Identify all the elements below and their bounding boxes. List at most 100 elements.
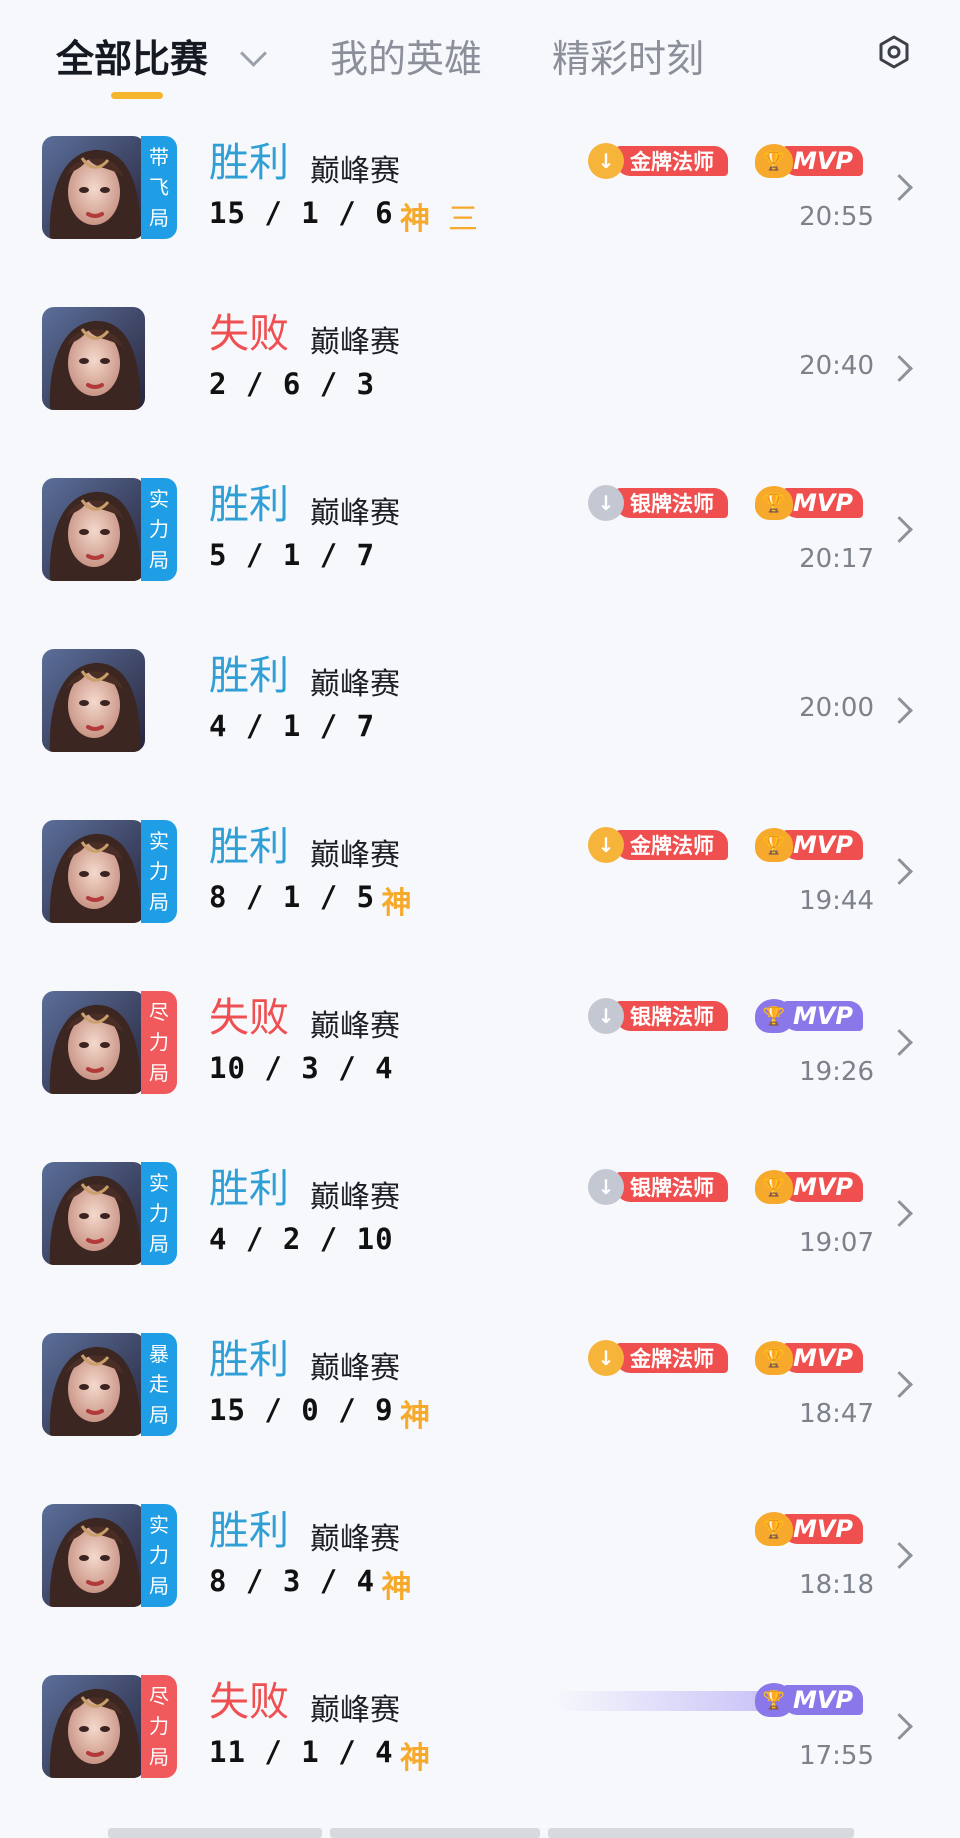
chevron-right-icon[interactable] — [886, 355, 913, 382]
match-result: 胜利 — [209, 653, 289, 699]
mvp-badge: 🏆 MVP — [755, 144, 873, 178]
tab-my-heroes[interactable]: 我的英雄 — [330, 28, 482, 83]
match-row[interactable]: 实 力 局胜利 巅峰赛 8 / 1 / 5神 ↓ 金牌法师 🏆 MVP 19:44 — [0, 794, 960, 965]
medal-down-arrow-icon: ↓ — [588, 1340, 624, 1376]
chevron-right-icon[interactable] — [886, 516, 913, 543]
medal-down-arrow-icon: ↓ — [588, 998, 624, 1034]
match-row[interactable]: 胜利 巅峰赛 4 / 1 / 7 20:00 — [0, 623, 960, 794]
tag-char: 力 — [149, 1714, 169, 1739]
medal-label: 银牌法师 — [616, 488, 728, 518]
match-history-list: 带 飞 局胜利 巅峰赛 15 / 1 / 6神三 ↓ 金牌法师 🏆 MVP 20:5… — [0, 110, 960, 1820]
match-row[interactable]: 实 力 局胜利 巅峰赛 5 / 1 / 7 ↓ 银牌法师 🏆 MVP 20:17 — [0, 452, 960, 623]
tag-char: 局 — [149, 205, 169, 230]
tag-char: 局 — [149, 1744, 169, 1769]
match-result: 胜利 — [209, 140, 289, 186]
match-result: 胜利 — [209, 482, 289, 528]
trophy-icon: 🏆 — [755, 1170, 793, 1204]
performance-tag: 实 力 局 — [141, 1162, 177, 1265]
game-mode: 巅峰赛 — [310, 1351, 400, 1386]
tag-char: 带 — [149, 145, 169, 170]
tag-char: 实 — [149, 1513, 169, 1538]
mvp-label: MVP — [783, 1172, 863, 1202]
chevron-right-icon[interactable] — [886, 174, 913, 201]
godlike-badge: 神 — [400, 202, 430, 237]
tag-char: 尽 — [149, 1000, 169, 1025]
hero-portrait-icon — [42, 1333, 145, 1436]
match-time: 18:47 — [799, 1399, 874, 1429]
match-row[interactable]: 尽 力 局失败 巅峰赛 10 / 3 / 4 ↓ 银牌法师 🏆 MVP 19:26 — [0, 965, 960, 1136]
medal-badge: ↓ 金牌法师 — [588, 1340, 728, 1376]
tag-char: 力 — [149, 1201, 169, 1226]
match-row[interactable]: 尽 力 局失败 巅峰赛 11 / 1 / 4神 🏆 MVP 17:55 — [0, 1649, 960, 1820]
match-result: 胜利 — [209, 1166, 289, 1212]
mvp-badge: 🏆 MVP — [755, 1170, 873, 1204]
tag-char: 局 — [149, 1402, 169, 1427]
match-result: 胜利 — [209, 824, 289, 870]
mvp-label: MVP — [783, 1514, 863, 1544]
match-time: 19:44 — [799, 886, 874, 916]
match-row[interactable]: 带 飞 局胜利 巅峰赛 15 / 1 / 6神三 ↓ 金牌法师 🏆 MVP 20:5… — [0, 110, 960, 281]
scrollbar-segment[interactable] — [330, 1828, 540, 1838]
active-tab-indicator — [111, 92, 163, 99]
performance-tag: 尽 力 局 — [141, 1675, 177, 1778]
medal-badge: ↓ 银牌法师 — [588, 485, 728, 521]
tab-all-matches[interactable]: 全部比赛 — [56, 28, 208, 83]
match-row[interactable]: 暴 走 局胜利 巅峰赛 15 / 0 / 9神 ↓ 金牌法师 🏆 MVP 18:47 — [0, 1307, 960, 1478]
trophy-icon: 🏆 — [755, 144, 793, 178]
godlike-badge: 神 — [400, 1399, 430, 1434]
kda-score: 2 / 6 / 3 — [209, 367, 376, 401]
match-time: 20:00 — [799, 693, 874, 723]
game-mode: 巅峰赛 — [310, 1009, 400, 1044]
chevron-right-icon[interactable] — [886, 1200, 913, 1227]
performance-tag: 实 力 局 — [141, 478, 177, 581]
tag-char: 暴 — [149, 1342, 169, 1367]
hero-portrait-icon — [42, 991, 145, 1094]
match-row[interactable]: 失败 巅峰赛 2 / 6 / 3 20:40 — [0, 281, 960, 452]
mvp-label: MVP — [783, 146, 863, 176]
settings-icon[interactable] — [876, 34, 912, 70]
game-mode: 巅峰赛 — [310, 325, 400, 360]
match-time: 20:55 — [799, 202, 874, 232]
mvp-label: MVP — [783, 1685, 863, 1715]
match-result: 失败 — [209, 995, 289, 1041]
tag-char: 尽 — [149, 1684, 169, 1709]
game-mode: 巅峰赛 — [310, 154, 400, 189]
tag-char: 力 — [149, 517, 169, 542]
tag-char: 走 — [149, 1372, 169, 1397]
medal-label: 金牌法师 — [616, 146, 728, 176]
chevron-right-icon[interactable] — [886, 1542, 913, 1569]
match-row[interactable]: 实 力 局胜利 巅峰赛 4 / 2 / 10 ↓ 银牌法师 🏆 MVP 19:07 — [0, 1136, 960, 1307]
scrollbar-segment[interactable] — [108, 1828, 322, 1838]
mvp-badge: 🏆 MVP — [755, 1683, 873, 1717]
chevron-down-icon[interactable] — [240, 40, 267, 67]
chevron-right-icon[interactable] — [886, 1029, 913, 1056]
game-mode: 巅峰赛 — [310, 1180, 400, 1215]
mvp-badge: 🏆 MVP — [755, 999, 873, 1033]
medal-label: 金牌法师 — [616, 1343, 728, 1373]
tag-char: 局 — [149, 1573, 169, 1598]
match-row[interactable]: 实 力 局胜利 巅峰赛 8 / 3 / 4神 🏆 MVP 18:18 — [0, 1478, 960, 1649]
performance-tag: 实 力 局 — [141, 820, 177, 923]
tab-highlights[interactable]: 精彩时刻 — [552, 28, 704, 83]
chevron-right-icon[interactable] — [886, 1371, 913, 1398]
match-time: 20:17 — [799, 544, 874, 574]
chevron-right-icon[interactable] — [886, 1713, 913, 1740]
hero-portrait-icon — [42, 649, 145, 752]
mvp-label: MVP — [783, 1001, 863, 1031]
tag-char: 力 — [149, 1543, 169, 1568]
mvp-label: MVP — [783, 488, 863, 518]
trophy-icon: 🏆 — [755, 999, 793, 1033]
performance-tag: 尽 力 局 — [141, 991, 177, 1094]
chevron-right-icon[interactable] — [886, 858, 913, 885]
match-time: 19:07 — [799, 1228, 874, 1258]
chevron-right-icon[interactable] — [886, 697, 913, 724]
tag-char: 飞 — [149, 175, 169, 200]
match-result: 失败 — [209, 311, 289, 357]
tag-char: 实 — [149, 1171, 169, 1196]
scrollbar-segment[interactable] — [548, 1828, 854, 1838]
mvp-badge: 🏆 MVP — [755, 1512, 873, 1546]
mvp-badge: 🏆 MVP — [755, 486, 873, 520]
medal-label: 金牌法师 — [616, 830, 728, 860]
kda-score: 15 / 1 / 6 — [209, 196, 394, 230]
mvp-badge: 🏆 MVP — [755, 828, 873, 862]
